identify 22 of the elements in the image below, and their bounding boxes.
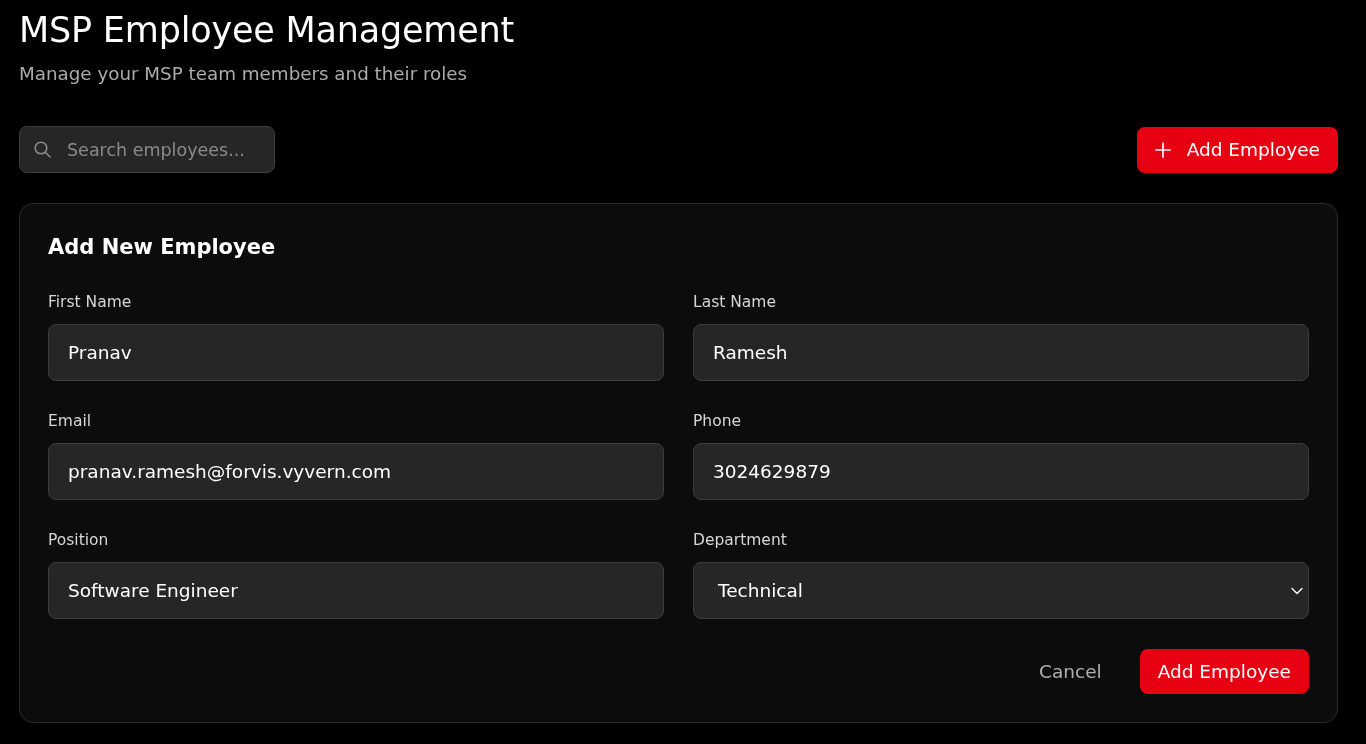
page-subtitle: Manage your MSP team members and their roles xyxy=(19,62,469,86)
field-label: Position xyxy=(48,530,110,551)
select-field[interactable]: Technical xyxy=(693,562,1309,619)
form-title: Add New Employee xyxy=(48,234,277,261)
input-field[interactable]: Ramesh xyxy=(693,324,1309,381)
submit-button[interactable]: Add Employee xyxy=(1139,649,1309,694)
input-field[interactable]: pranav.ramesh@forvis.vyvern.com xyxy=(48,443,664,500)
search-field[interactable]: Search employees... xyxy=(19,126,275,173)
input-field[interactable]: Pranav xyxy=(48,324,664,381)
field-label: Email xyxy=(48,411,92,432)
add-employee-button[interactable]: Add Employee xyxy=(1136,126,1338,173)
field-label: First Name xyxy=(48,292,133,313)
field-label: Department xyxy=(693,530,788,551)
input-field[interactable]: 3024629879 xyxy=(693,443,1309,500)
cancel-button[interactable]: Cancel xyxy=(1021,649,1120,694)
field-label: Last Name xyxy=(693,292,777,313)
page-title: MSP Employee Management xyxy=(19,9,516,52)
field-label: Phone xyxy=(693,411,742,432)
plus-icon xyxy=(1154,141,1171,158)
search-icon xyxy=(34,141,51,158)
chevron-down-icon xyxy=(1291,586,1303,595)
input-field[interactable]: Software Engineer xyxy=(48,562,664,619)
